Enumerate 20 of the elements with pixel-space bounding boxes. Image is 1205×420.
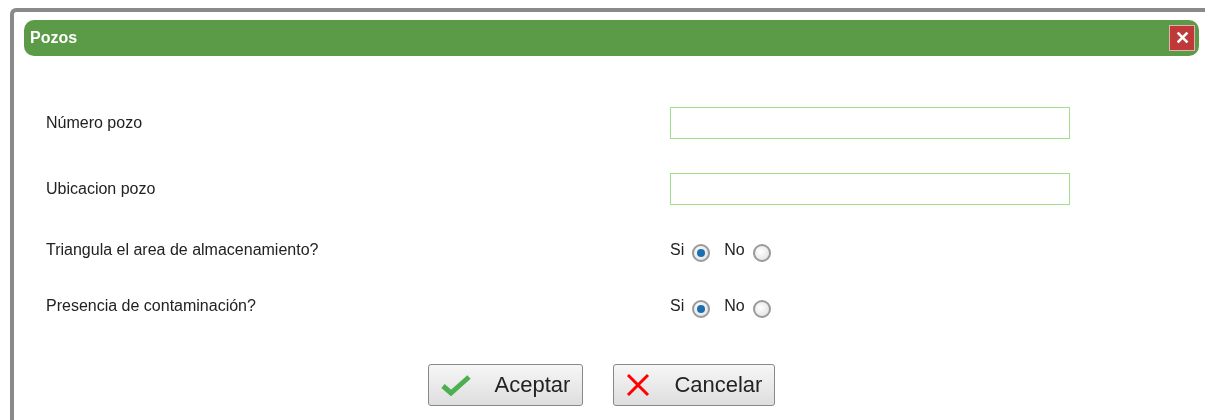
option-label: Si — [670, 297, 685, 315]
field-label: Número pozo — [46, 114, 144, 132]
radio-button[interactable] — [752, 300, 771, 318]
field-label: Triangula el area de almacenamiento? — [46, 241, 320, 259]
option-label: Si — [670, 241, 685, 259]
input-field[interactable] — [670, 107, 1070, 139]
window-title: Pozos — [30, 29, 78, 47]
accept-button[interactable]: Aceptar — [427, 364, 584, 406]
close-button[interactable]: ✕ — [1169, 25, 1195, 51]
radio-button[interactable] — [692, 300, 711, 318]
close-icon — [626, 373, 651, 397]
input-field[interactable] — [670, 173, 1070, 205]
check-icon — [440, 374, 471, 396]
radio-button[interactable] — [692, 244, 711, 262]
option-label: No — [724, 241, 745, 259]
cancel-button[interactable]: Cancelar — [613, 364, 776, 406]
field-label: Presencia de contaminación? — [46, 297, 257, 315]
option-label: No — [724, 297, 745, 315]
field-label: Ubicacion pozo — [46, 180, 157, 198]
radio-button[interactable] — [752, 244, 771, 262]
